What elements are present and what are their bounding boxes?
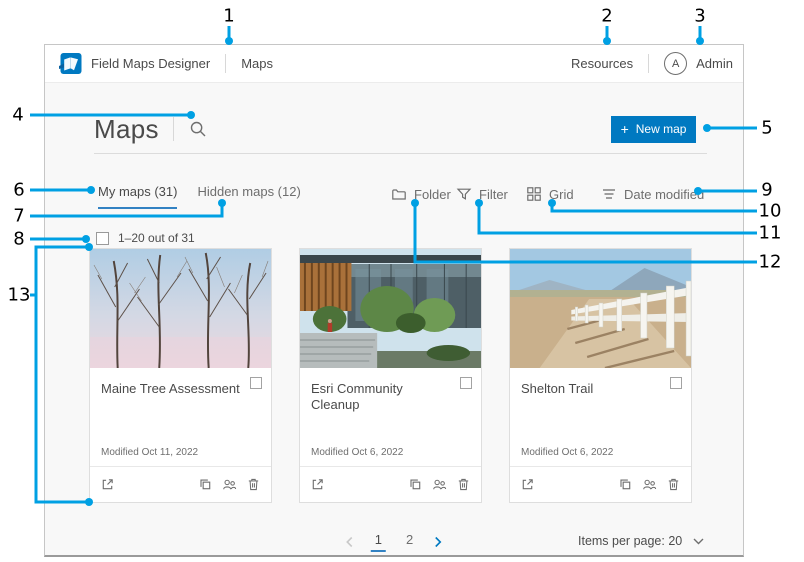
page-1-button[interactable]: 1 bbox=[371, 532, 386, 552]
card-modified-date: Modified Oct 6, 2022 bbox=[311, 447, 403, 458]
grid-icon bbox=[526, 186, 542, 202]
filter-label: Filter bbox=[479, 187, 508, 202]
callout-number-7: 7 bbox=[13, 206, 24, 227]
callout-number-6: 6 bbox=[13, 180, 24, 201]
page-2-button[interactable]: 2 bbox=[402, 532, 417, 552]
callout-number-13: 13 bbox=[8, 285, 31, 306]
delete-icon[interactable] bbox=[456, 477, 471, 492]
items-per-page-select[interactable]: Items per page: 20 bbox=[578, 534, 704, 548]
folder-button[interactable]: Folder bbox=[391, 186, 451, 202]
callout-number-1: 1 bbox=[223, 6, 234, 27]
card-body: Esri Community Cleanup Modified Oct 6, 2… bbox=[300, 368, 481, 466]
folder-label: Folder bbox=[414, 187, 451, 202]
card-footer bbox=[90, 466, 271, 502]
delete-icon[interactable] bbox=[666, 477, 681, 492]
open-map-icon[interactable] bbox=[520, 477, 535, 492]
card-actions bbox=[198, 477, 261, 492]
card-checkbox[interactable] bbox=[670, 377, 682, 389]
hero-row: Maps + New map bbox=[94, 109, 703, 149]
items-per-page-label: Items per page: 20 bbox=[578, 534, 682, 548]
card-body: Maine Tree Assessment Modified Oct 11, 2… bbox=[90, 368, 271, 466]
tabs: My maps (31) Hidden maps (12) bbox=[98, 184, 301, 209]
app-title: Field Maps Designer bbox=[91, 56, 210, 71]
callout-number-8: 8 bbox=[13, 229, 24, 250]
card-modified-date: Modified Oct 11, 2022 bbox=[101, 447, 198, 458]
duplicate-icon[interactable] bbox=[408, 477, 423, 492]
card-grid: Maine Tree Assessment Modified Oct 11, 2… bbox=[89, 248, 692, 503]
header-left: Field Maps Designer Maps bbox=[58, 52, 273, 76]
chevron-down-icon bbox=[693, 538, 704, 545]
tab-hidden-maps[interactable]: Hidden maps (12) bbox=[197, 184, 300, 209]
sort-button[interactable]: Date modified bbox=[601, 186, 704, 202]
card-footer bbox=[300, 466, 481, 502]
hero-rule bbox=[94, 153, 707, 154]
callout-number-4: 4 bbox=[12, 105, 23, 126]
card-checkbox[interactable] bbox=[250, 377, 262, 389]
chevron-left-icon[interactable] bbox=[345, 536, 355, 548]
card-title: Shelton Trail bbox=[521, 381, 680, 397]
delete-icon[interactable] bbox=[246, 477, 261, 492]
sort-icon bbox=[601, 186, 617, 202]
tab-my-maps[interactable]: My maps (31) bbox=[98, 184, 177, 209]
header-right: Resources A Admin bbox=[571, 52, 733, 75]
share-group-icon[interactable] bbox=[432, 477, 447, 492]
header-divider bbox=[225, 54, 226, 73]
chevron-right-icon[interactable] bbox=[433, 536, 443, 548]
field-maps-logo-icon bbox=[58, 52, 82, 76]
map-card[interactable]: Esri Community Cleanup Modified Oct 6, 2… bbox=[299, 248, 482, 503]
card-title: Esri Community Cleanup bbox=[311, 381, 470, 414]
filter-button[interactable]: Filter bbox=[456, 186, 508, 202]
open-map-icon[interactable] bbox=[100, 477, 115, 492]
nav-tab-maps[interactable]: Maps bbox=[241, 56, 273, 71]
new-map-button[interactable]: + New map bbox=[611, 116, 696, 143]
search-icon[interactable] bbox=[189, 120, 207, 138]
card-checkbox[interactable] bbox=[460, 377, 472, 389]
avatar[interactable]: A bbox=[664, 52, 687, 75]
callout-number-12: 12 bbox=[759, 252, 782, 273]
duplicate-icon[interactable] bbox=[198, 477, 213, 492]
map-thumbnail-trail-fence bbox=[510, 249, 691, 368]
user-menu[interactable]: Admin bbox=[696, 56, 733, 71]
folder-icon bbox=[391, 186, 407, 202]
select-all-checkbox[interactable] bbox=[96, 232, 109, 245]
map-card[interactable]: Shelton Trail Modified Oct 6, 2022 bbox=[509, 248, 692, 503]
card-modified-date: Modified Oct 6, 2022 bbox=[521, 447, 613, 458]
callout-number-9: 9 bbox=[761, 180, 772, 201]
map-card[interactable]: Maine Tree Assessment Modified Oct 11, 2… bbox=[89, 248, 272, 503]
hero-divider bbox=[173, 117, 174, 141]
grid-view-button[interactable]: Grid bbox=[526, 186, 574, 202]
app-header: Field Maps Designer Maps Resources A Adm… bbox=[45, 45, 743, 83]
header-divider-2 bbox=[648, 54, 649, 73]
card-body: Shelton Trail Modified Oct 6, 2022 bbox=[510, 368, 691, 466]
resources-link[interactable]: Resources bbox=[571, 56, 633, 71]
app-window: Field Maps Designer Maps Resources A Adm… bbox=[44, 44, 744, 557]
plus-icon: + bbox=[621, 122, 629, 136]
callout-number-3: 3 bbox=[694, 6, 705, 27]
new-map-label: New map bbox=[636, 122, 687, 136]
open-map-icon[interactable] bbox=[310, 477, 325, 492]
filter-icon bbox=[456, 186, 472, 202]
page-title: Maps bbox=[94, 114, 159, 145]
share-group-icon[interactable] bbox=[642, 477, 657, 492]
sort-label: Date modified bbox=[624, 187, 704, 202]
map-thumbnail-building bbox=[300, 249, 481, 368]
screenshot-canvas: Field Maps Designer Maps Resources A Adm… bbox=[0, 0, 804, 562]
selection-count: 1–20 out of 31 bbox=[118, 231, 195, 245]
pagination: 1 2 bbox=[345, 532, 443, 552]
grid-label: Grid bbox=[549, 187, 574, 202]
card-title: Maine Tree Assessment bbox=[101, 381, 260, 397]
callout-number-11: 11 bbox=[759, 223, 782, 244]
share-group-icon[interactable] bbox=[222, 477, 237, 492]
map-thumbnail-winter-trees bbox=[90, 249, 271, 368]
callout-number-10: 10 bbox=[759, 201, 782, 222]
callout-number-2: 2 bbox=[601, 6, 612, 27]
card-actions bbox=[408, 477, 471, 492]
selection-row: 1–20 out of 31 bbox=[96, 231, 195, 245]
callout-number-5: 5 bbox=[761, 118, 772, 139]
duplicate-icon[interactable] bbox=[618, 477, 633, 492]
card-footer bbox=[510, 466, 691, 502]
card-actions bbox=[618, 477, 681, 492]
